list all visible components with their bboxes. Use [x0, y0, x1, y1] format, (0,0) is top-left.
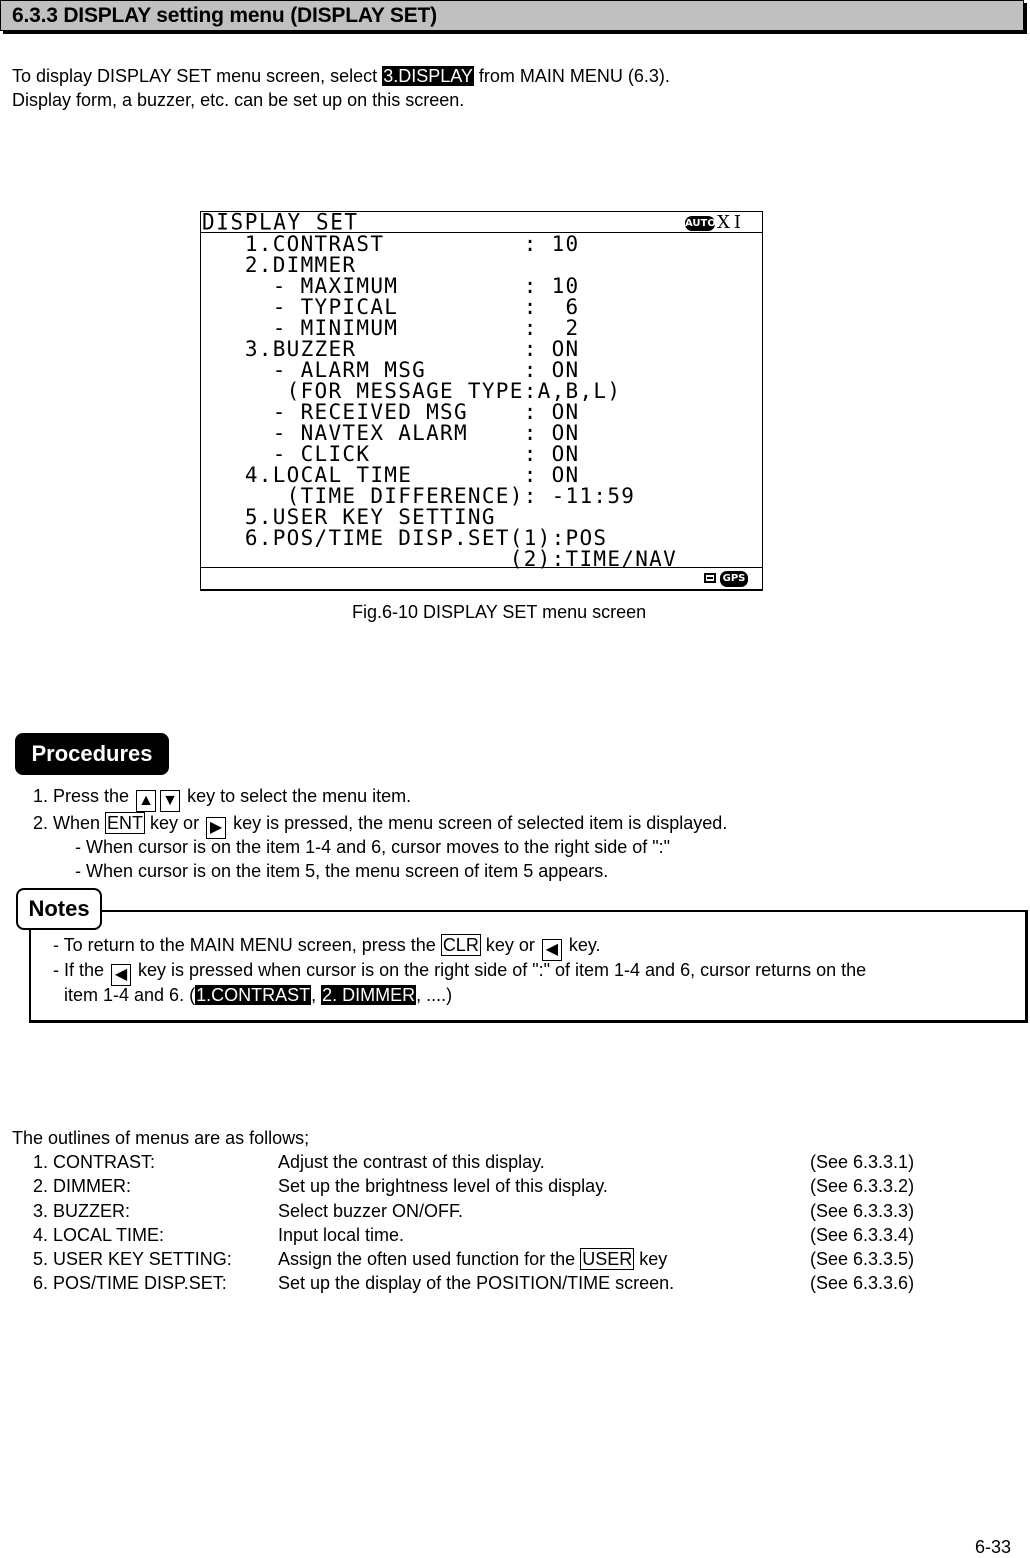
outline-ref: (See 6.3.3.6) [810, 1273, 915, 1294]
note-text: , ....) [416, 985, 453, 1005]
gps-icon: GPS [720, 571, 748, 587]
section-title: 6.3.3 DISPLAY setting menu (DISPLAY SET) [12, 4, 437, 27]
step-text: key or [145, 813, 205, 833]
intro-text: To display DISPLAY SET menu screen, sele… [12, 66, 383, 86]
note-text: key or [480, 935, 540, 955]
menu-row-received-msg[interactable]: - RECEIVED MSG : ON [203, 402, 579, 423]
auto-icon: AUTO [685, 216, 716, 231]
outline-ref: (See 6.3.3.2) [810, 1176, 915, 1197]
highlight-contrast: 1.CONTRAST [195, 985, 312, 1005]
up-arrow-key-icon: ▲ [136, 790, 157, 812]
notes-badge: Notes [16, 888, 102, 930]
outline-ref: (See 6.3.3.4) [810, 1224, 915, 1245]
procedure-sub-2: - When cursor is on the item 5, the menu… [75, 861, 609, 881]
outline-ref: (See 6.3.3.5) [810, 1249, 915, 1270]
outline-desc: Set up the brightness level of this disp… [278, 1176, 608, 1197]
highlight-dimmer: 2. DIMMER [321, 985, 417, 1005]
note-text: key. [563, 935, 601, 955]
menu-row-dimmer[interactable]: 2.DIMMER [203, 255, 356, 276]
clr-key: CLR [440, 934, 481, 956]
step-text: 1. Press the [33, 786, 135, 806]
outline-name: 6. POS/TIME DISP.SET: [33, 1273, 227, 1294]
highlight-3-display: 3.DISPLAY [382, 66, 474, 86]
outline-name: 2. DIMMER: [33, 1176, 132, 1197]
outline-desc-text: Assign the often used function for the [278, 1249, 581, 1270]
menu-row-user-key-setting[interactable]: 5.USER KEY SETTING [203, 507, 496, 528]
outline-ref: (See 6.3.3.3) [810, 1200, 915, 1221]
outline-name: 4. LOCAL TIME: [33, 1224, 165, 1245]
procedure-sub-1: - When cursor is on the item 1-4 and 6, … [75, 837, 671, 857]
outline-desc: Adjust the contrast of this display. [278, 1152, 545, 1172]
step-text: 2. When [33, 813, 106, 833]
step-text: key to select the menu item. [182, 786, 412, 806]
note-text: item 1-4 and 6. ( [64, 985, 196, 1005]
mode-indicator: XI [717, 212, 745, 233]
screen-title: DISPLAY SET [202, 209, 359, 235]
menu-row-local-time[interactable]: 4.LOCAL TIME : ON [203, 465, 579, 486]
mail-icon [704, 573, 716, 583]
section-header: 6.3.3 DISPLAY setting menu (DISPLAY SET) [0, 0, 1024, 31]
ent-key: ENT [105, 812, 146, 834]
screen-status-bar: GPS [201, 567, 762, 589]
outline-ref: (See 6.3.3.1) [810, 1152, 915, 1172]
intro-line-2: Display form, a buzzer, etc. can be set … [12, 90, 465, 110]
intro-text: from MAIN MENU (6.3). [473, 66, 670, 86]
note-text: , [311, 985, 322, 1005]
display-set-screen: DISPLAY SET AUTO XI 1.CONTRAST : 10 2.DI… [200, 209, 763, 591]
menu-row-buzzer[interactable]: 3.BUZZER : ON [203, 339, 579, 360]
screen-title-bar: DISPLAY SET AUTO XI [201, 209, 762, 235]
menu-row-alarm-msg[interactable]: - ALARM MSG : ON [203, 360, 579, 381]
menu-row-contrast[interactable]: 1.CONTRAST : 10 [203, 234, 579, 255]
outline-desc: Select buzzer ON/OFF. [278, 1200, 464, 1221]
menu-row-time-difference[interactable]: (TIME DIFFERENCE): -11:59 [203, 486, 635, 507]
procedures-badge: Procedures [15, 733, 169, 775]
menu-row-dimmer-maximum[interactable]: - MAXIMUM : 10 [203, 276, 579, 297]
note-1: - To return to the MAIN MENU screen, pre… [53, 933, 601, 961]
outline-name: 1. CONTRAST: [33, 1152, 156, 1172]
menu-row-dimmer-typical[interactable]: - TYPICAL : 6 [203, 297, 579, 318]
outline-name: 5. USER KEY SETTING: [33, 1249, 232, 1270]
menu-row-message-type-note: (FOR MESSAGE TYPE:A,B,L) [203, 379, 622, 403]
step-text: key is pressed, the menu screen of selec… [228, 813, 728, 833]
intro-line-1: To display DISPLAY SET menu screen, sele… [12, 64, 670, 88]
menu-row-pos-time-disp-1[interactable]: 6.POS/TIME DISP.SET(1):POS [203, 528, 607, 549]
note-2: - If the ◀ key is pressed when cursor is… [53, 958, 866, 986]
down-arrow-key-icon: ▼ [160, 790, 181, 812]
note-text: - If the [53, 960, 110, 980]
outline-references: (See 6.3.3.1) (See 6.3.3.2) (See 6.3.3.3… [810, 1150, 914, 1296]
outline-names: 1. CONTRAST: 2. DIMMER: 3. BUZZER: 4. LO… [33, 1150, 232, 1296]
outline-desc: Set up the display of the POSITION/TIME … [278, 1273, 675, 1294]
note-text: - To return to the MAIN MENU screen, pre… [53, 935, 441, 955]
outline-desc: Input local time. [278, 1224, 405, 1245]
menu-row-click[interactable]: - CLICK : ON [203, 444, 579, 465]
procedure-step-1: 1. Press the ▲ ▼ key to select the menu i… [33, 784, 411, 812]
menu-row-dimmer-minimum[interactable]: - MINIMUM : 2 [203, 318, 579, 339]
note-3: item 1-4 and 6. (1.CONTRAST, 2. DIMMER, … [64, 983, 452, 1007]
outline-name: 3. BUZZER: [33, 1200, 131, 1221]
figure-caption: Fig.6-10 DISPLAY SET menu screen [352, 602, 647, 622]
outline-desc-text: key [634, 1249, 668, 1270]
menu-row-navtex-alarm[interactable]: - NAVTEX ALARM : ON [203, 423, 579, 444]
user-key: USER [580, 1248, 635, 1271]
outline-descriptions: Adjust the contrast of this display. Set… [278, 1150, 674, 1296]
outline-desc: Assign the often used function for the U… [278, 1247, 674, 1271]
note-text: key is pressed when cursor is on the rig… [133, 960, 867, 980]
outlines-heading: The outlines of menus are as follows; [12, 1128, 310, 1148]
